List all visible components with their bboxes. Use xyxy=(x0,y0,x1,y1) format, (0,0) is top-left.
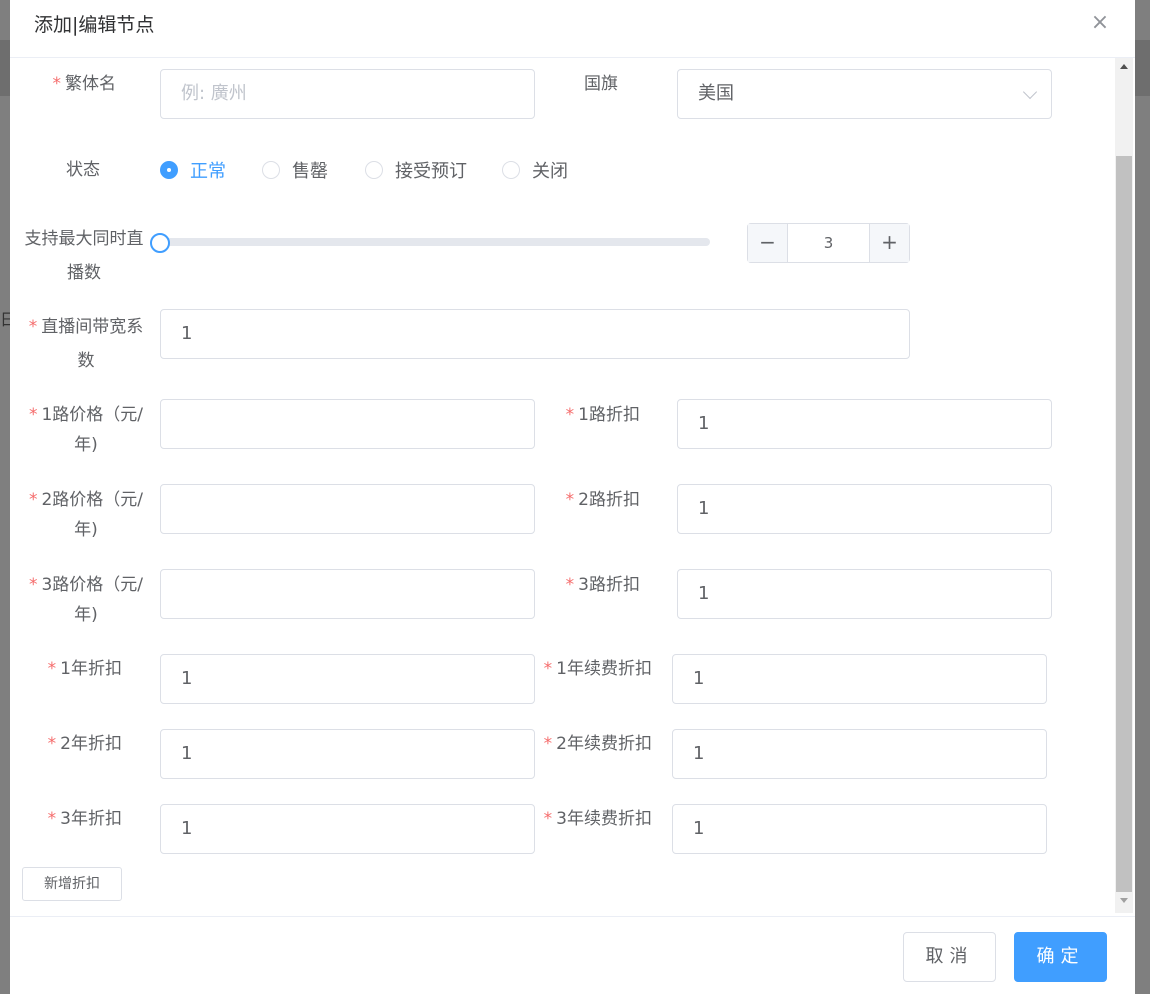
scrollbar-thumb[interactable] xyxy=(1116,156,1132,892)
dialog-header: 添加|编辑节点 × xyxy=(10,0,1135,58)
year-2-discount-label: * 2年折扣 xyxy=(47,734,122,754)
status-radio-soldout[interactable]: 售罄 xyxy=(262,158,328,182)
cancel-button[interactable]: 取消 xyxy=(903,932,996,982)
year-3-discount-label: * 3年折扣 xyxy=(47,809,122,829)
bandwidth-coef-label: * 直播间带宽系 数 xyxy=(28,317,144,371)
year-1-discount-label: * 1年折扣 xyxy=(47,659,122,679)
scroll-down-arrow-icon[interactable] xyxy=(1120,898,1128,903)
flag-select-value: 美国 xyxy=(698,83,734,104)
max-streams-label: 支持最大同时直 播数 xyxy=(24,229,144,283)
edit-node-dialog: 添加|编辑节点 × * 繁体名 例: 廣州 国旗 美国 状态 正常 售罄 接受预订… xyxy=(10,0,1135,994)
stepper-value[interactable]: 3 xyxy=(788,224,869,262)
scrollbar[interactable] xyxy=(1115,58,1133,913)
year-3-renew-label: * 3年续费折扣 xyxy=(543,809,652,829)
confirm-button[interactable]: 确定 xyxy=(1014,932,1107,982)
flag-select[interactable]: 美国 xyxy=(677,69,1052,119)
radio-dot-icon xyxy=(262,161,280,179)
max-streams-slider-handle[interactable] xyxy=(150,233,170,253)
discount-2-input[interactable]: 1 xyxy=(677,484,1052,534)
year-2-renew-label: * 2年续费折扣 xyxy=(543,734,652,754)
year-3-discount-input[interactable]: 1 xyxy=(160,804,535,854)
close-icon[interactable]: × xyxy=(1090,12,1110,36)
price-3-input[interactable] xyxy=(160,569,535,619)
traditional-name-input[interactable]: 例: 廣州 xyxy=(160,69,535,119)
price-1-input[interactable] xyxy=(160,399,535,449)
radio-dot-icon xyxy=(365,161,383,179)
chevron-down-icon xyxy=(1022,84,1038,100)
year-2-renew-input[interactable]: 1 xyxy=(672,729,1047,779)
radio-dot-icon xyxy=(502,161,520,179)
dialog-title: 添加|编辑节点 xyxy=(34,14,155,36)
discount-3-label: * 3路折扣 xyxy=(565,575,640,595)
max-streams-stepper: − 3 + xyxy=(747,223,910,263)
bandwidth-coef-input[interactable]: 1 xyxy=(160,309,910,359)
flag-label: 国旗 xyxy=(584,74,618,94)
discount-2-label: * 2路折扣 xyxy=(565,490,640,510)
max-streams-slider-track[interactable] xyxy=(160,238,710,246)
status-radio-preorder[interactable]: 接受预订 xyxy=(365,158,467,182)
status-radio-closed[interactable]: 关闭 xyxy=(502,158,568,182)
price-2-label: * 2路价格（元/ 年) xyxy=(28,490,144,540)
status-radio-normal[interactable]: 正常 xyxy=(160,158,226,182)
radio-dot-icon xyxy=(160,161,178,179)
increment-button[interactable]: + xyxy=(869,224,909,262)
discount-1-input[interactable]: 1 xyxy=(677,399,1052,449)
add-discount-button[interactable]: 新增折扣 xyxy=(22,867,122,901)
price-3-label: * 3路价格（元/ 年) xyxy=(28,575,144,625)
year-1-renew-label: * 1年续费折扣 xyxy=(543,659,652,679)
year-1-renew-input[interactable]: 1 xyxy=(672,654,1047,704)
decrement-button[interactable]: − xyxy=(748,224,788,262)
traditional-name-label: * 繁体名 xyxy=(52,74,117,94)
discount-1-label: * 1路折扣 xyxy=(565,405,640,425)
year-2-discount-input[interactable]: 1 xyxy=(160,729,535,779)
discount-3-input[interactable]: 1 xyxy=(677,569,1052,619)
scroll-up-arrow-icon[interactable] xyxy=(1120,64,1128,69)
dialog-footer: 取消 确定 xyxy=(10,916,1135,994)
dialog-body: * 繁体名 例: 廣州 国旗 美国 状态 正常 售罄 接受预订 关闭 支持最大同时… xyxy=(10,58,1135,915)
price-1-label: * 1路价格（元/ 年) xyxy=(28,405,144,455)
status-label: 状态 xyxy=(66,160,100,180)
price-2-input[interactable] xyxy=(160,484,535,534)
year-3-renew-input[interactable]: 1 xyxy=(672,804,1047,854)
year-1-discount-input[interactable]: 1 xyxy=(160,654,535,704)
